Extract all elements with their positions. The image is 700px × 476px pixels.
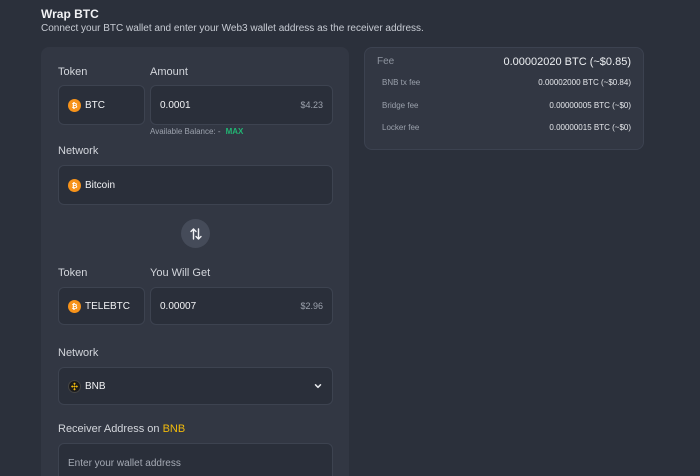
receiver-address-input[interactable]: Enter your wallet address [58, 443, 333, 476]
fee-item-row: Bridge fee 0.00000005 BTC (~$0) [365, 101, 643, 110]
source-token-select[interactable]: ₿ BTC [58, 85, 145, 125]
bitcoin-icon: ₿ [68, 178, 81, 192]
page-title: Wrap BTC [41, 7, 99, 21]
destination-token-label: Token [58, 267, 88, 279]
destination-network-select[interactable]: BNB [58, 367, 333, 405]
fee-total-row: Fee 0.00002020 BTC (~$0.85) [365, 56, 643, 68]
max-button[interactable]: MAX [226, 127, 244, 136]
destination-network-name: BNB [85, 380, 106, 392]
bnb-icon [68, 379, 81, 393]
fee-item-value: 0.00002000 BTC (~$0.84) [538, 78, 631, 87]
source-network-name: Bitcoin [85, 179, 116, 191]
fee-item-value: 0.00000015 BTC (~$0) [549, 123, 631, 132]
page-subtitle: Connect your BTC wallet and enter your W… [41, 23, 424, 34]
fee-item-row: Locker fee 0.00000015 BTC (~$0) [365, 123, 643, 132]
receiver-label-prefix: Receiver Address on [58, 423, 160, 435]
fee-title: Fee [377, 56, 395, 67]
destination-network-label: Network [58, 347, 99, 359]
wrap-form-panel: Token Amount ₿ BTC 0.0001 $4.23 Availabl… [41, 47, 349, 476]
fee-item-label: Bridge fee [382, 101, 419, 110]
svg-text:₿: ₿ [72, 101, 78, 110]
receiver-address-placeholder: Enter your wallet address [68, 457, 181, 469]
bitcoin-icon: ₿ [68, 299, 81, 313]
destination-get-label: You Will Get [150, 267, 211, 279]
fee-item-row: BNB tx fee 0.00002000 BTC (~$0.84) [365, 78, 643, 87]
fee-summary-card: Fee 0.00002020 BTC (~$0.85) BNB tx fee 0… [364, 47, 644, 150]
bitcoin-icon: ₿ [68, 98, 81, 112]
fee-item-label: Locker fee [382, 123, 420, 132]
available-balance: Available Balance: - MAX [150, 127, 243, 136]
receiver-address-label: Receiver Address on BNB [58, 423, 185, 435]
source-amount-value: 0.0001 [160, 99, 191, 111]
source-network-field[interactable]: ₿ Bitcoin [58, 165, 333, 205]
svg-text:₿: ₿ [72, 181, 78, 190]
swap-direction-button[interactable] [181, 219, 210, 248]
svg-text:₿: ₿ [72, 302, 78, 311]
source-token-label: Token [58, 66, 88, 78]
swap-arrows-icon [189, 227, 202, 240]
destination-token-select[interactable]: ₿ TELEBTC [58, 287, 145, 325]
fee-item-value: 0.00000005 BTC (~$0) [549, 101, 631, 110]
available-balance-label: Available Balance: - [150, 127, 221, 136]
chevron-down-icon [314, 384, 322, 389]
source-amount-usd: $4.23 [300, 100, 323, 110]
destination-amount-usd: $2.96 [300, 301, 323, 311]
source-amount-input[interactable]: 0.0001 $4.23 [150, 85, 333, 125]
destination-amount-field: 0.00007 $2.96 [150, 287, 333, 325]
receiver-label-network: BNB [162, 423, 186, 435]
fee-total-value: 0.00002020 BTC (~$0.85) [503, 56, 631, 68]
destination-token-name: TELEBTC [85, 300, 131, 312]
destination-amount-value: 0.00007 [160, 300, 197, 312]
fee-item-label: BNB tx fee [382, 78, 421, 87]
source-network-label: Network [58, 145, 99, 157]
source-amount-label: Amount [150, 66, 188, 78]
source-token-name: BTC [85, 99, 105, 111]
